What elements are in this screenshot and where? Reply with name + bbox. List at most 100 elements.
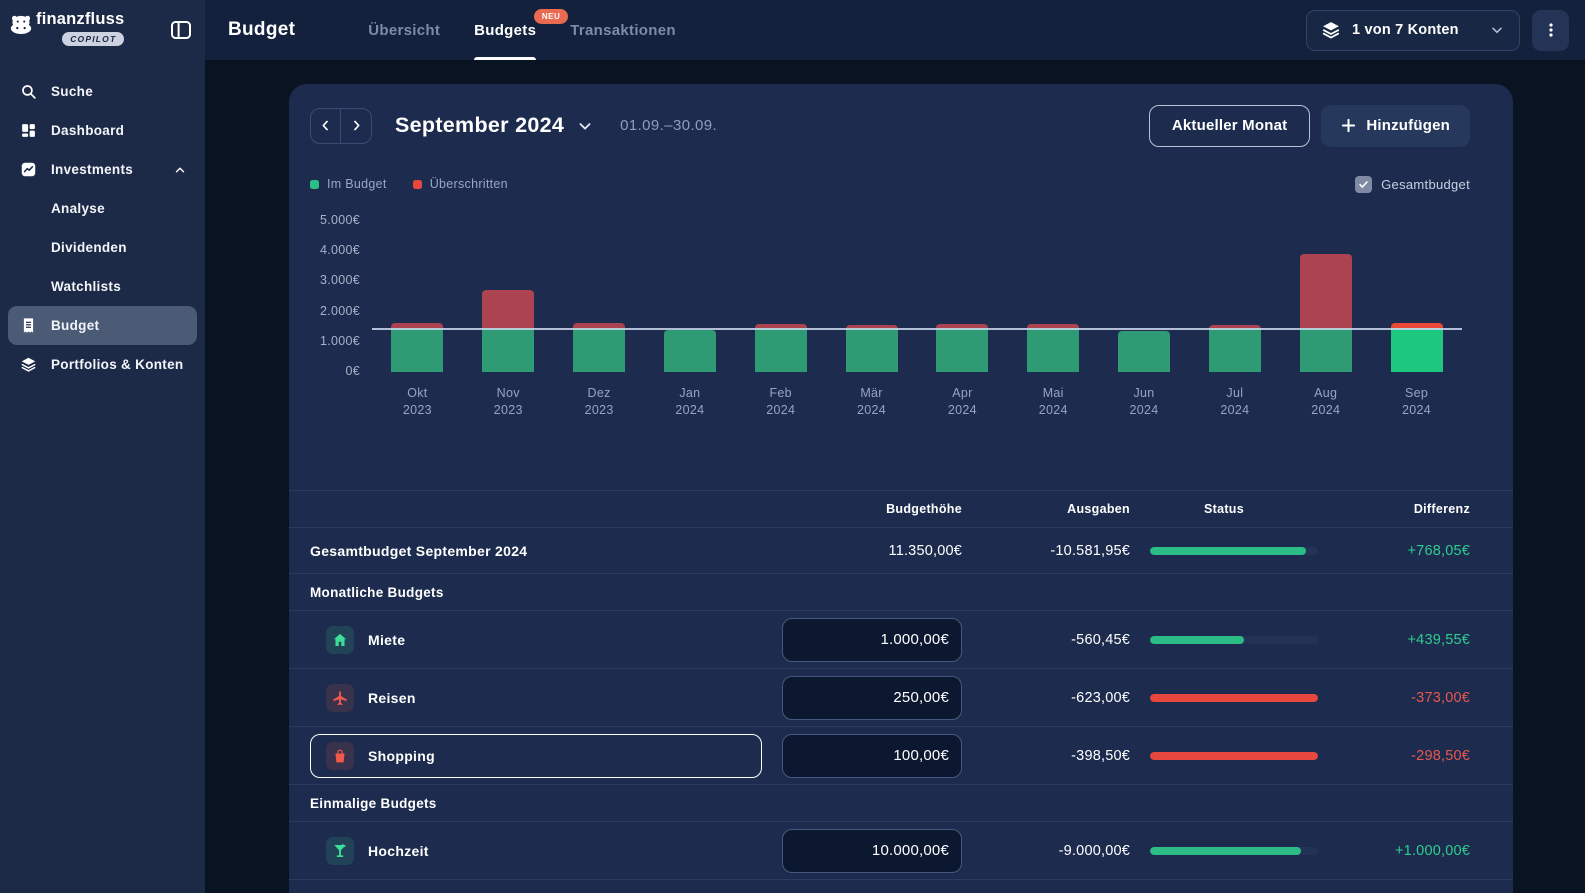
sidebar-item-suche[interactable]: Suche [8, 72, 197, 111]
sidebar-item-portfolios-konten[interactable]: Portfolios & Konten [8, 345, 197, 384]
more-options-button[interactable] [1532, 10, 1569, 51]
budget-name-cell[interactable]: Miete [310, 626, 762, 654]
sidebar-item-budget[interactable]: Budget [8, 306, 197, 345]
sidebar-item-dashboard[interactable]: Dashboard [8, 111, 197, 150]
chart-bar-mai-2024[interactable] [1027, 324, 1079, 372]
header-differenz: Differenz [1318, 502, 1470, 516]
chevron-left-icon [318, 118, 333, 133]
sidebar-item-watchlists[interactable]: Watchlists [8, 267, 197, 306]
progress-fill [1150, 547, 1306, 555]
y-axis-tick: 5.000€ [300, 213, 360, 227]
budget-line [372, 328, 1462, 330]
content-area: September 2024 01.09.–30.09. Aktueller M… [205, 60, 1585, 893]
checkbox-checked-icon [1355, 176, 1372, 193]
total-budget-checkbox[interactable]: Gesamtbudget [1355, 176, 1470, 193]
tab-label: Budgets [474, 22, 536, 39]
tab-budgets[interactable]: Budgets NEU [474, 0, 536, 60]
account-select-label: 1 von 7 Konten [1352, 22, 1459, 38]
current-month-button[interactable]: Aktueller Monat [1149, 105, 1311, 147]
app-root: finanzfluss COPILOT Suche Dashboard Invest… [0, 0, 1585, 893]
tab-transaktionen[interactable]: Transaktionen [570, 0, 676, 60]
month-title[interactable]: September 2024 [395, 113, 564, 138]
add-budget-button[interactable]: Hinzufügen [1321, 105, 1470, 147]
legend-label: Überschritten [430, 177, 508, 191]
budget-name-cell[interactable]: Reisen [310, 684, 762, 712]
y-axis-tick: 2.000€ [300, 304, 360, 318]
budget-name-label: Reisen [368, 690, 416, 706]
account-select[interactable]: 1 von 7 Konten [1306, 10, 1520, 51]
status-cell [1130, 752, 1318, 760]
tab-label: Übersicht [368, 22, 440, 39]
chart-bar-okt-2023[interactable] [391, 323, 443, 372]
bar-in-budget-segment [936, 328, 988, 372]
status-cell [1130, 547, 1318, 555]
budget-name-cell[interactable]: Hochzeit [310, 837, 762, 865]
next-month-button[interactable] [341, 109, 371, 143]
chart-bar-feb-2024[interactable] [755, 324, 807, 372]
budget-cell [762, 618, 962, 662]
sidebar-item-label: Dashboard [51, 123, 124, 138]
tab-uebersicht[interactable]: Übersicht [368, 0, 440, 60]
sidebar: finanzfluss COPILOT Suche Dashboard Invest… [0, 0, 205, 893]
layers-icon [20, 356, 37, 373]
bag-icon [326, 742, 354, 770]
y-axis-tick: 0€ [300, 364, 360, 378]
budget-name-label: Hochzeit [368, 843, 429, 859]
topbar: Budget Übersicht Budgets NEU Transaktion… [205, 0, 1585, 60]
sidebar-item-analyse[interactable]: Analyse [8, 189, 197, 228]
budget-amount-input-reisen[interactable] [782, 676, 962, 720]
previous-month-button[interactable] [311, 109, 341, 143]
header-ausgaben: Ausgaben [962, 502, 1130, 516]
header-status: Status [1130, 502, 1318, 516]
difference-value: +439,55€ [1318, 632, 1470, 648]
kebab-icon [1543, 22, 1559, 38]
difference-value: -298,50€ [1318, 748, 1470, 764]
budget-amount-input-hochzeit[interactable] [782, 829, 962, 873]
chart-bar-jan-2024[interactable] [664, 330, 716, 372]
expenses-value: -623,00€ [962, 690, 1130, 706]
progress-bar [1150, 636, 1318, 644]
expenses-value: -9.000,00€ [962, 843, 1130, 859]
expenses-value: -398,50€ [962, 748, 1130, 764]
budget-amount-input-miete[interactable] [782, 618, 962, 662]
chart-bar-aug-2024[interactable] [1300, 254, 1352, 372]
x-axis-label: Apr2024 [917, 385, 1008, 419]
tab-bar: Übersicht Budgets NEU Transaktionen [368, 0, 676, 60]
status-cell [1130, 847, 1318, 855]
chart-bar-apr-2024[interactable] [936, 324, 988, 372]
budget-name-focused-box[interactable]: Shopping [310, 734, 762, 778]
table-row-shopping: Shopping -398,50€ -298,50€ [289, 727, 1513, 785]
sidebar-item-dividenden[interactable]: Dividenden [8, 228, 197, 267]
checkbox-label: Gesamtbudget [1381, 177, 1470, 192]
tab-label: Transaktionen [570, 22, 676, 39]
chevron-down-icon[interactable] [576, 117, 594, 135]
chart-legend: Im Budget Überschritten Gesamtbudget [310, 175, 1470, 193]
bar-in-budget-segment [391, 328, 443, 372]
budget-value: 11.350,00€ [762, 543, 962, 559]
x-axis-label: Jul2024 [1189, 385, 1280, 419]
table-header: Budgethöhe Ausgaben Status Differenz [289, 490, 1513, 528]
progress-bar [1150, 847, 1318, 855]
chart-bar-sep-2024[interactable] [1391, 323, 1443, 372]
bar-in-budget-segment [573, 328, 625, 372]
section-header: Einmalige Budgets [289, 785, 1513, 822]
logo: finanzfluss COPILOT [0, 0, 205, 46]
plane-icon [326, 684, 354, 712]
chart-bar-dez-2023[interactable] [573, 323, 625, 372]
budget-amount-input-shopping[interactable] [782, 734, 962, 778]
chart-bar-jul-2024[interactable] [1209, 325, 1261, 372]
sidebar-item-investments[interactable]: Investments [8, 150, 197, 189]
bar-exceeded-segment [1300, 254, 1352, 328]
budget-name-cell[interactable]: Shopping [310, 734, 762, 778]
sidebar-toggle-icon[interactable] [169, 18, 193, 42]
total-budget-label: Gesamtbudget September 2024 [310, 543, 762, 559]
chart-bar-nov-2023[interactable] [482, 290, 534, 372]
layers-icon [1321, 20, 1341, 40]
chart-bar-jun-2024[interactable] [1118, 331, 1170, 372]
table-row-total-budget: Gesamtbudget September 202411.350,00€-10… [289, 528, 1513, 574]
sidebar-nav: Suche Dashboard InvestmentsAnalyseDividend… [0, 72, 205, 384]
dashboard-icon [20, 122, 37, 139]
plus-icon [1341, 118, 1356, 133]
chart-bar-mär-2024[interactable] [846, 325, 898, 372]
chevron-up-icon [173, 163, 187, 177]
